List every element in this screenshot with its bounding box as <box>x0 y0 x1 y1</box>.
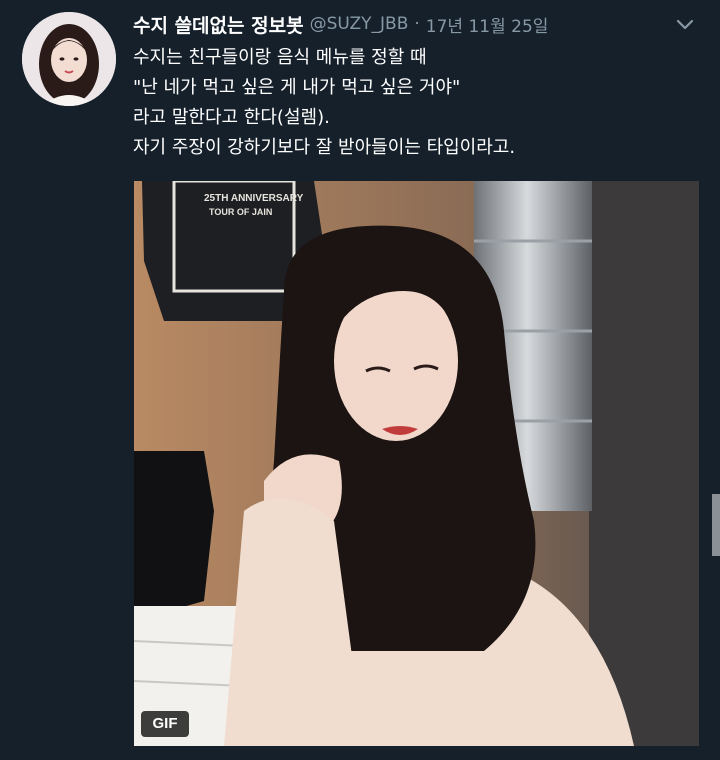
avatar[interactable] <box>22 12 116 106</box>
poster-text: TOUR OF JAIN <box>209 207 272 217</box>
tweet-header: 수지 쓸데없는 정보봇 @SUZY_JBB · 17년 11월 25일 <box>133 10 548 38</box>
tweet: 수지 쓸데없는 정보봇 @SUZY_JBB · 17년 11월 25일 수지는 … <box>0 0 720 760</box>
tweet-text-line: 라고 말한다고 한다(설렘). <box>133 107 330 128</box>
tweet-text: 수지는 친구들이랑 음식 메뉴를 정할 때 "난 네가 먹고 싶은 게 내가 먹… <box>133 43 703 163</box>
tweet-media-gif[interactable]: 25TH ANNIVERSARY TOUR OF JAIN <box>134 181 699 746</box>
gif-frame-image: 25TH ANNIVERSARY TOUR OF JAIN <box>134 181 699 746</box>
scrollbar-thumb[interactable] <box>712 494 720 556</box>
tweet-text-line: 수지는 친구들이랑 음식 메뉴를 정할 때 <box>133 47 427 68</box>
user-handle[interactable]: @SUZY_JBB <box>310 14 409 34</box>
separator-dot: · <box>414 14 420 34</box>
chevron-down-icon[interactable] <box>672 14 698 34</box>
tweet-text-line: "난 네가 먹고 싶은 게 내가 먹고 싶은 거야" <box>133 77 461 98</box>
tweet-timestamp[interactable]: 17년 11월 25일 <box>426 12 549 37</box>
tweet-text-line: 자기 주장이 강하기보다 잘 받아들이는 타입이라고. <box>133 137 516 158</box>
display-name[interactable]: 수지 쓸데없는 정보봇 <box>133 11 304 38</box>
gif-badge: GIF <box>141 711 189 737</box>
avatar-image <box>22 12 116 106</box>
poster-text: 25TH ANNIVERSARY <box>204 193 304 204</box>
